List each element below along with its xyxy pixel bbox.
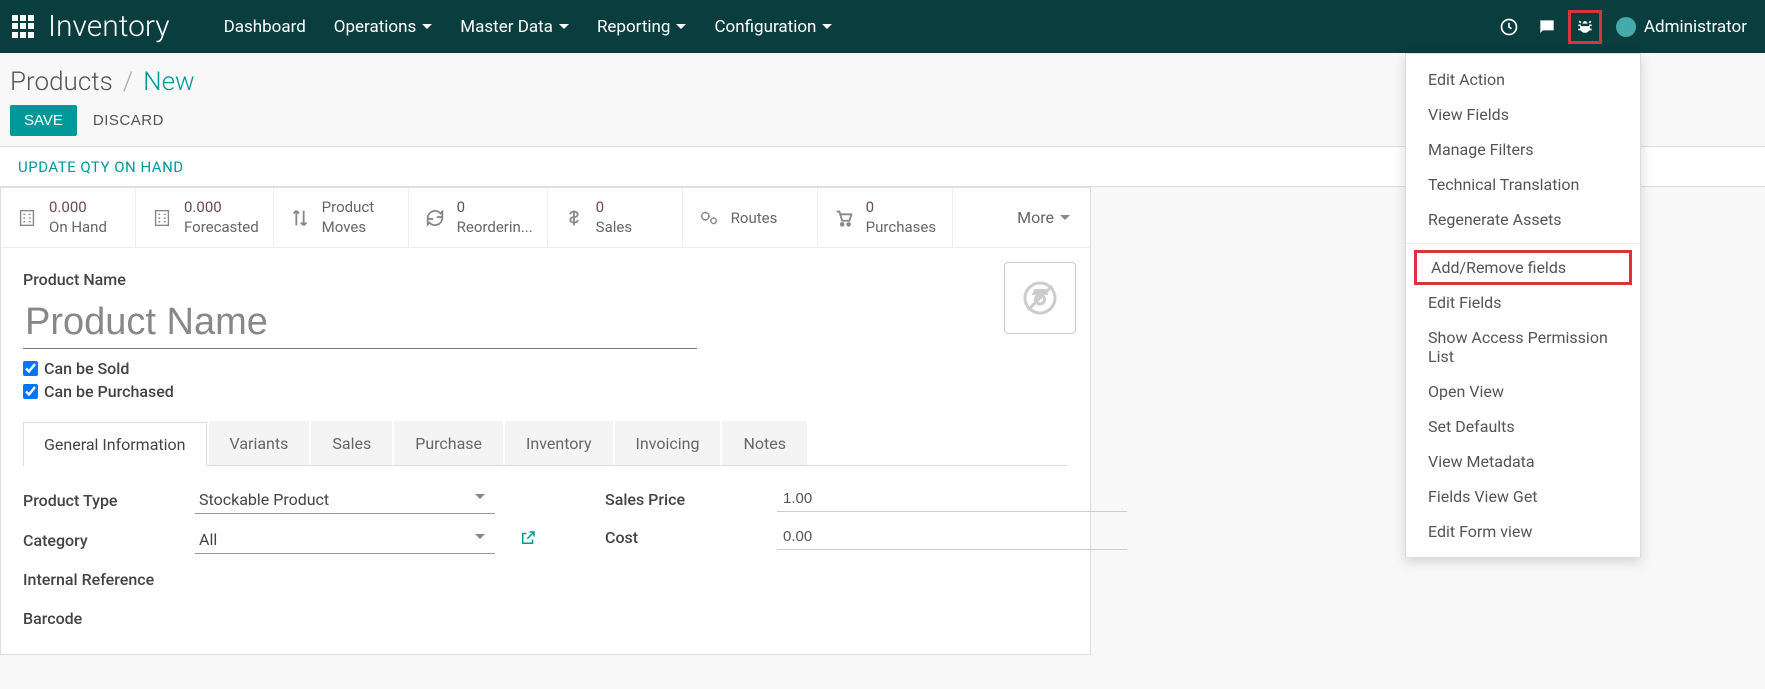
product-type-label: Product Type [23, 491, 195, 510]
transfer-icon [288, 207, 312, 229]
nav-master-data[interactable]: Master Data [446, 9, 583, 45]
breadcrumb-separator: / [123, 67, 133, 97]
building-icon [150, 207, 174, 229]
cost-input[interactable] [777, 524, 1127, 550]
debug-icon[interactable] [1568, 10, 1602, 44]
menu-manage-filters[interactable]: Manage Filters [1406, 132, 1640, 167]
menu-add-remove-fields[interactable]: Add/Remove fields [1414, 250, 1632, 285]
building-icon [15, 207, 39, 229]
stat-reordering[interactable]: 0Reorderin... [409, 188, 548, 247]
chat-icon[interactable] [1530, 10, 1564, 44]
stat-buttons: 0.000On Hand 0.000Forecasted ProductMove… [1, 188, 1090, 248]
menu-technical-translation[interactable]: Technical Translation [1406, 167, 1640, 202]
category-label: Category [23, 531, 195, 550]
product-type-select[interactable]: Stockable Product [195, 486, 495, 514]
topbar: Inventory Dashboard Operations Master Da… [0, 0, 1765, 53]
developer-menu: Edit Action View Fields Manage Filters T… [1405, 53, 1641, 558]
gears-icon [697, 207, 721, 229]
menu-fields-view-get[interactable]: Fields View Get [1406, 479, 1640, 514]
product-name-label: Product Name [23, 270, 1068, 289]
menu-edit-form-view[interactable]: Edit Form view [1406, 514, 1640, 549]
sales-price-input[interactable] [777, 486, 1127, 512]
sales-price-label: Sales Price [605, 490, 777, 509]
internal-reference-input[interactable] [195, 566, 545, 593]
menu-view-metadata[interactable]: View Metadata [1406, 444, 1640, 479]
menu-set-defaults[interactable]: Set Defaults [1406, 409, 1640, 444]
form-sheet: 0.000On Hand 0.000Forecasted ProductMove… [0, 187, 1091, 655]
breadcrumb-parent[interactable]: Products [10, 67, 113, 97]
menu-open-view[interactable]: Open View [1406, 374, 1640, 409]
apps-icon[interactable] [12, 15, 36, 39]
nav-menu: Dashboard Operations Master Data Reporti… [210, 9, 847, 45]
internal-reference-label: Internal Reference [23, 570, 195, 589]
menu-show-access-permission[interactable]: Show Access Permission List [1406, 320, 1640, 374]
category-select[interactable]: All [195, 526, 495, 554]
stat-sales[interactable]: 0Sales [548, 188, 683, 247]
chevron-down-icon [475, 534, 485, 539]
menu-edit-action[interactable]: Edit Action [1406, 62, 1640, 97]
can-be-purchased-label: Can be Purchased [44, 382, 174, 401]
nav-dashboard[interactable]: Dashboard [210, 9, 320, 45]
save-button[interactable]: SAVE [10, 105, 77, 136]
nav-configuration[interactable]: Configuration [700, 9, 846, 45]
tab-invoicing[interactable]: Invoicing [615, 421, 721, 465]
cart-icon [832, 207, 856, 229]
chevron-down-icon [559, 24, 569, 29]
tab-inventory[interactable]: Inventory [505, 421, 613, 465]
stat-product-moves[interactable]: ProductMoves [274, 188, 409, 247]
stat-more[interactable]: More [997, 188, 1090, 247]
tab-notes[interactable]: Notes [722, 421, 807, 465]
menu-view-fields[interactable]: View Fields [1406, 97, 1640, 132]
product-name-input[interactable] [23, 297, 697, 349]
can-be-purchased-checkbox[interactable] [23, 384, 38, 399]
barcode-input[interactable] [195, 605, 545, 632]
breadcrumb-current: New [143, 67, 195, 97]
stat-on-hand[interactable]: 0.000On Hand [1, 188, 136, 247]
can-be-sold-checkbox[interactable] [23, 361, 38, 376]
product-image-upload[interactable] [1004, 262, 1076, 334]
form-body: Product Name Can be Sold Can be Purchase… [1, 248, 1090, 654]
user-menu[interactable]: Administrator [1606, 17, 1757, 37]
tab-sales[interactable]: Sales [311, 421, 392, 465]
user-name: Administrator [1644, 17, 1747, 37]
can-be-sold-label: Can be Sold [44, 359, 129, 378]
tab-variants[interactable]: Variants [209, 421, 310, 465]
tabs: General Information Variants Sales Purch… [23, 421, 1068, 466]
general-info-fields: Product Type Stockable Product Category … [23, 466, 1068, 644]
tab-general-information[interactable]: General Information [23, 422, 207, 466]
dollar-icon [562, 207, 586, 229]
activity-icon[interactable] [1492, 10, 1526, 44]
stat-forecasted[interactable]: 0.000Forecasted [136, 188, 274, 247]
update-qty-button[interactable]: UPDATE QTY ON HAND [18, 158, 184, 176]
nav-operations[interactable]: Operations [320, 9, 447, 45]
topbar-right: Administrator [1492, 10, 1757, 44]
stat-routes[interactable]: Routes [683, 188, 818, 247]
cost-label: Cost [605, 528, 777, 547]
chevron-down-icon [422, 24, 432, 29]
camera-icon [1022, 280, 1058, 316]
menu-edit-fields[interactable]: Edit Fields [1406, 285, 1640, 320]
discard-button[interactable]: DISCARD [93, 112, 164, 129]
chevron-down-icon [676, 24, 686, 29]
menu-separator [1406, 243, 1640, 244]
barcode-label: Barcode [23, 609, 195, 628]
chevron-down-icon [822, 24, 832, 29]
nav-reporting[interactable]: Reporting [583, 9, 701, 45]
refresh-icon [423, 207, 447, 229]
stat-purchases[interactable]: 0Purchases [818, 188, 953, 247]
external-link-icon[interactable] [519, 529, 537, 551]
avatar [1616, 17, 1636, 37]
menu-regenerate-assets[interactable]: Regenerate Assets [1406, 202, 1640, 237]
chevron-down-icon [1060, 215, 1070, 220]
app-brand[interactable]: Inventory [48, 9, 170, 44]
tab-purchase[interactable]: Purchase [394, 421, 503, 465]
